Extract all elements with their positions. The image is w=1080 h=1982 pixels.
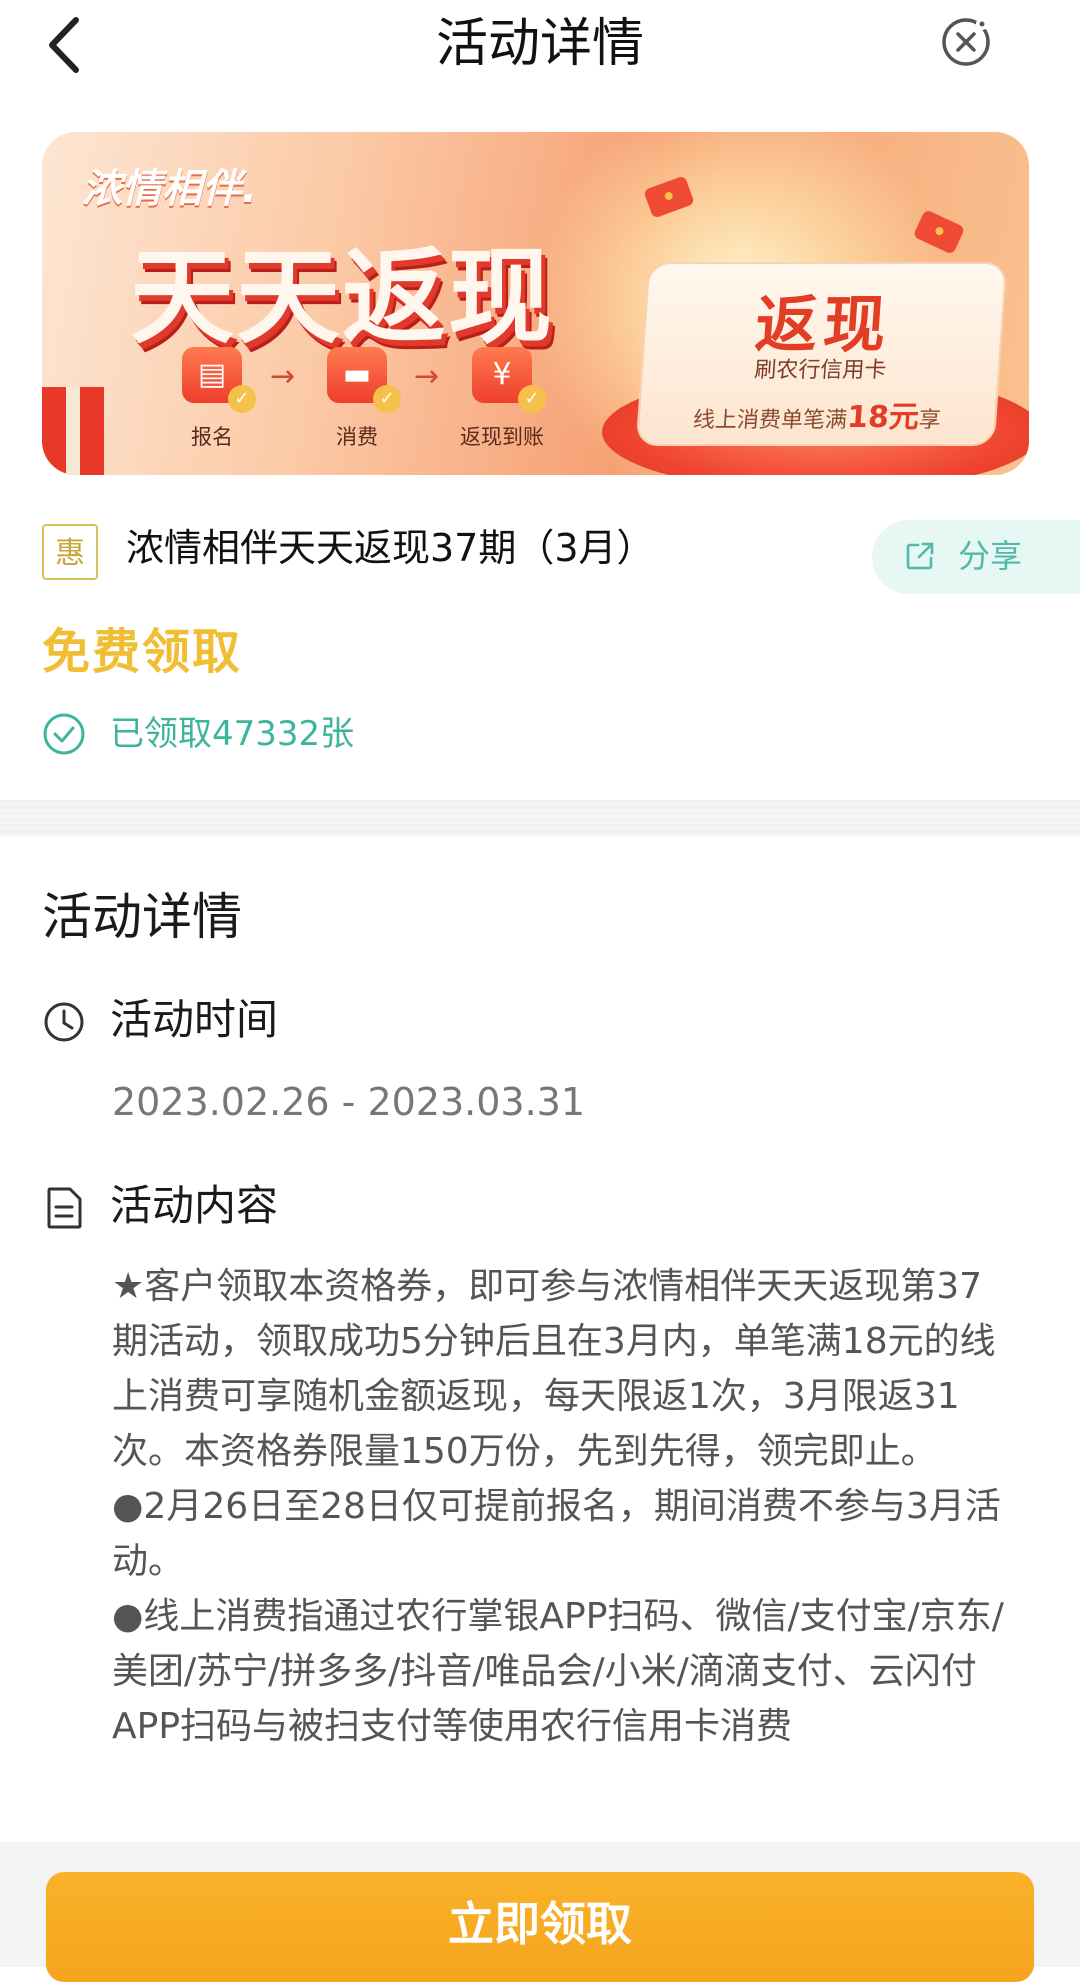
cashback-card: 返现 刷农行信用卡 线上消费单笔满18元享 [635, 262, 1008, 446]
details-section-title: 活动详情 [42, 888, 242, 946]
claimed-count: 已领取47332张 [110, 714, 355, 754]
cashback-title: 返现 [752, 288, 895, 361]
close-button[interactable] [940, 16, 992, 68]
share-label: 分享 [958, 537, 1023, 575]
cashback-subtitle: 刷农行信用卡 [753, 358, 888, 383]
activity-time-heading: 活动时间 [110, 995, 279, 1044]
step-label: 报名 [191, 425, 233, 449]
document-icon [47, 1187, 82, 1229]
promo-banner: 浓情相伴. 天天返现 ▤ ✓ 报名 → ▬ ✓ 消费 → ¥ ✓ 返现到账 返现 刷农… [42, 132, 1029, 475]
claim-now-label: 立即领取 [448, 1897, 632, 1951]
banner-headline: 天天返现 [130, 236, 555, 358]
content-paragraph: ●线上消费指通过农行掌银APP扫码、微信/支付宝/京东/美团/苏宁/拼多多/抖音… [112, 1596, 1004, 1747]
content-paragraph: ★客户领取本资格券，即可参与浓情相伴天天返现第37期活动，领取成功5分钟后且在3… [112, 1266, 996, 1472]
page-title: 活动详情 [435, 14, 644, 74]
check-circle-icon [43, 713, 85, 755]
step-cashback: ¥ ✓ 返现到账 [442, 347, 562, 451]
form-icon: ▤ ✓ [182, 347, 256, 413]
cashback-condition-prefix: 线上消费单笔满 [692, 408, 848, 433]
activity-content-body: ★客户领取本资格券，即可参与浓情相伴天天返现第37期活动，领取成功5分钟后且在3… [112, 1259, 1012, 1842]
coupon-title: 浓情相伴天天返现37期（3月） [126, 526, 655, 570]
clock-icon [44, 1002, 84, 1042]
section-divider [0, 800, 1080, 836]
discount-badge: 惠 [42, 524, 98, 580]
card-icon: ▬ ✓ [327, 347, 401, 413]
gift-box-icon [42, 387, 104, 475]
brand-logo: 浓情相伴. [82, 166, 258, 212]
process-steps: ▤ ✓ 报名 → ▬ ✓ 消费 → ¥ ✓ 返现到账 [152, 347, 572, 467]
step-signup: ▤ ✓ 报名 [152, 347, 272, 451]
step-label: 返现到账 [460, 425, 544, 449]
step-spend: ▬ ✓ 消费 [297, 347, 417, 451]
price-label: 免费领取 [42, 624, 243, 680]
arrow-right-icon: → [414, 359, 440, 394]
content-paragraph: ●2月26日至28日仅可提前报名，期间消费不参与3月活动。 [112, 1486, 1001, 1582]
cashback-amount: 18元 [845, 400, 921, 435]
cashback-condition-suffix: 享 [917, 408, 942, 433]
arrow-right-icon: → [270, 359, 296, 394]
claim-now-button[interactable]: 立即领取 [46, 1872, 1034, 1982]
activity-time-range: 2023.02.26 - 2023.03.31 [112, 1080, 586, 1124]
step-label: 消费 [336, 425, 378, 449]
cashback-condition: 线上消费单笔满18元享 [638, 392, 996, 436]
activity-content-heading: 活动内容 [110, 1181, 279, 1230]
share-icon [906, 542, 934, 570]
share-button[interactable]: 分享 [872, 520, 1080, 594]
top-bar: 活动详情 [0, 0, 1080, 90]
close-icon [942, 18, 990, 66]
yuan-icon: ¥ ✓ [472, 347, 546, 413]
